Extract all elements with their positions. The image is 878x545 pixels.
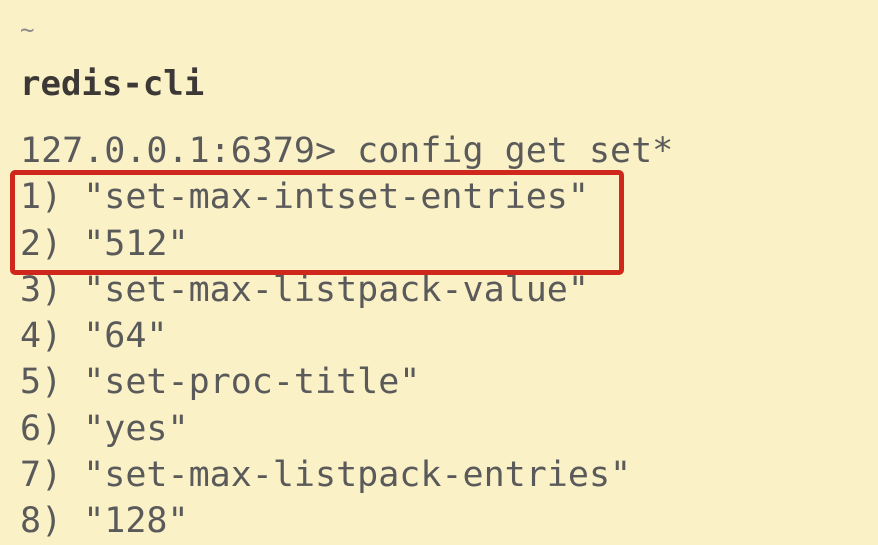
prompt-line: 127.0.0.1:6379> config get set* [20, 131, 674, 171]
output-line: 5) "set-proc-title" [20, 362, 421, 403]
output-line: 7) "set-max-listpack-entries" [20, 455, 632, 496]
current-directory: ~ [20, 16, 35, 44]
output-line: 6) "yes" [20, 408, 189, 449]
terminal-title: redis-cli [20, 64, 205, 104]
output-line: 4) "64" [20, 316, 168, 357]
highlight-box [10, 170, 624, 275]
terminal-window[interactable]: ~ redis-cli 127.0.0.1:6379> config get s… [0, 0, 878, 541]
output-line: 8) "128" [20, 501, 189, 542]
